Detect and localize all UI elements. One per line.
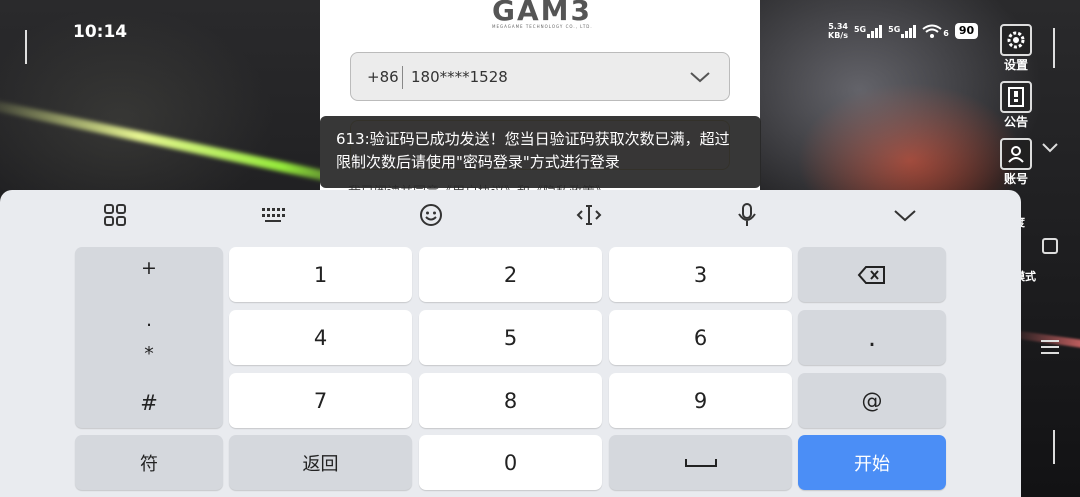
key-3[interactable]: 3 bbox=[609, 247, 792, 302]
key-8[interactable]: 8 bbox=[419, 373, 602, 428]
keyboard-icon[interactable] bbox=[260, 202, 286, 228]
emoji-icon[interactable] bbox=[418, 202, 444, 228]
edge-marker bbox=[1053, 28, 1055, 68]
square-icon[interactable] bbox=[1042, 238, 1058, 254]
microphone-icon[interactable] bbox=[734, 202, 760, 228]
start-key[interactable]: 开始 bbox=[798, 435, 946, 490]
key-9[interactable]: 9 bbox=[609, 373, 792, 428]
divider bbox=[402, 66, 403, 89]
chevron-down-icon[interactable] bbox=[689, 67, 711, 87]
key-hash[interactable]: # bbox=[75, 391, 223, 415]
key-2[interactable]: 2 bbox=[419, 247, 602, 302]
key-at[interactable]: @ bbox=[798, 373, 946, 428]
key-asterisk[interactable]: * bbox=[75, 343, 223, 365]
cursor-icon[interactable] bbox=[576, 202, 602, 228]
key-0[interactable]: 0 bbox=[419, 435, 602, 490]
space-icon bbox=[684, 458, 717, 467]
keyboard-toolbar bbox=[0, 190, 1021, 240]
side-item-account[interactable]: 账号 bbox=[996, 138, 1036, 187]
country-code[interactable]: +86 bbox=[367, 68, 399, 86]
signal-icon: 5G bbox=[854, 24, 883, 38]
key-4[interactable]: 4 bbox=[229, 310, 412, 365]
chevron-down-icon[interactable] bbox=[1040, 138, 1060, 158]
edge-marker bbox=[25, 30, 27, 64]
key-dot[interactable]: . bbox=[75, 309, 223, 331]
account-icon bbox=[1000, 138, 1032, 170]
key-5[interactable]: 5 bbox=[419, 310, 602, 365]
symbol-column[interactable]: + . * # bbox=[75, 247, 223, 428]
key-plus[interactable]: + bbox=[75, 257, 223, 279]
network-speed: 5.34 KB/s bbox=[828, 22, 848, 40]
notice-icon bbox=[1000, 81, 1032, 113]
key-dot[interactable]: . bbox=[798, 310, 946, 365]
game-side-menu: 设置 公告 账号 bbox=[996, 24, 1036, 195]
key-7[interactable]: 7 bbox=[229, 373, 412, 428]
symbols-key[interactable]: 符 bbox=[75, 435, 223, 490]
edge-marker bbox=[1053, 430, 1055, 464]
key-6[interactable]: 6 bbox=[609, 310, 792, 365]
game-logo: GAM3 bbox=[492, 0, 592, 27]
side-item-notice[interactable]: 公告 bbox=[996, 81, 1036, 130]
back-key[interactable]: 返回 bbox=[229, 435, 412, 490]
keyboard: + . * # 1 2 3 4 5 6 . 7 8 9 @ 符 返回 0 开始 bbox=[0, 190, 1021, 497]
gear-icon bbox=[1000, 24, 1032, 56]
phone-field[interactable]: +86 180****1528 bbox=[350, 52, 730, 101]
status-time: 10:14 bbox=[73, 22, 128, 42]
side-item-settings[interactable]: 设置 bbox=[996, 24, 1036, 73]
grid-icon[interactable] bbox=[102, 202, 128, 228]
phone-number: 180****1528 bbox=[411, 68, 508, 86]
space-key[interactable] bbox=[609, 435, 792, 490]
backspace-key[interactable] bbox=[798, 247, 946, 302]
menu-icon[interactable] bbox=[1041, 340, 1059, 358]
logo-subtitle: MEGAGAME TECHNOLOGY CO., LTD. bbox=[492, 24, 593, 29]
status-icons: 5.34 KB/s 5G 5G 6 90 bbox=[828, 22, 979, 40]
backspace-icon bbox=[857, 265, 885, 284]
key-1[interactable]: 1 bbox=[229, 247, 412, 302]
battery-icon: 90 bbox=[954, 23, 979, 39]
chevron-down-icon[interactable] bbox=[892, 202, 918, 228]
wifi-icon: 6 bbox=[922, 24, 949, 38]
toast-message: 613:验证码已成功发送！您当日验证码获取次数已满，超过 限制次数后请使用"密码… bbox=[320, 116, 761, 188]
signal-icon: 5G bbox=[888, 24, 917, 38]
